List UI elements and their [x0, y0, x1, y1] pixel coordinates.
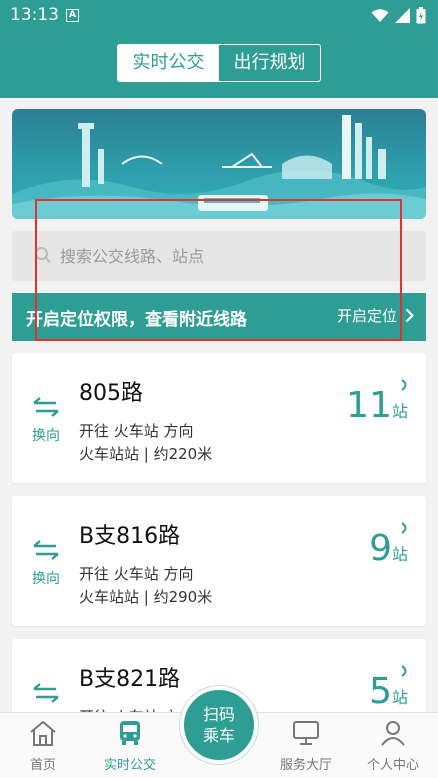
notification-a-icon: A [66, 9, 79, 22]
home-icon [30, 720, 56, 746]
live-signal-icon [401, 379, 407, 391]
swap-direction-button[interactable]: 换向 [28, 397, 64, 445]
stops-away: 5站 [369, 665, 408, 712]
stops-count: 5 [369, 671, 392, 712]
app-header: 13:13 A 实时公交 出行规划 [0, 0, 438, 98]
stops-away: 11站 [346, 379, 408, 426]
nav-service-hall-label: 服务大厅 [279, 758, 332, 773]
route-name: B支816路 [79, 524, 181, 549]
monitor-icon [293, 721, 319, 745]
location-permission-banner[interactable]: 开启定位权限，查看附近线路 开启定位 [12, 293, 426, 341]
enable-location-button[interactable]: 开启定位 [337, 305, 414, 326]
tab-trip-planning[interactable]: 出行规划 [219, 45, 320, 81]
route-name: B支821路 [79, 667, 181, 692]
swap-arrows-icon [33, 397, 59, 417]
nav-service-hall[interactable]: 服务大厅 [266, 719, 346, 773]
route-direction: 开往 火车站 方向 [79, 565, 194, 583]
nav-home-label: 首页 [29, 758, 56, 773]
nav-home[interactable]: 首页 [3, 719, 83, 773]
route-card[interactable]: 换向 805路 开往 火车站 方向 火车站站 | 约220米 11站 [12, 353, 426, 483]
nav-realtime-bus[interactable]: 实时公交 [90, 719, 170, 773]
swap-label: 换向 [32, 428, 60, 444]
signal-icon [395, 8, 410, 23]
mode-tab-switcher: 实时公交 出行规划 [117, 44, 321, 82]
route-card[interactable]: 换向 B支816路 开往 火车站 方向 火车站站 | 约290米 9站 [12, 496, 426, 626]
route-direction: 开往 火车站 方向 [79, 422, 194, 440]
chevron-right-icon [405, 308, 414, 323]
system-icons [371, 7, 426, 24]
status-bar: 13:13 A [0, 0, 438, 32]
route-stop-info: 火车站站 | 约290米 [79, 588, 213, 606]
swap-arrows-icon [33, 540, 59, 560]
tab-realtime-bus[interactable]: 实时公交 [118, 45, 219, 81]
live-signal-icon [401, 522, 407, 534]
scan-line-2: 乘车 [202, 726, 235, 745]
status-time: 13:13 [10, 5, 59, 25]
nav-personal-center[interactable]: 个人中心 [353, 719, 433, 773]
route-stop-info: 火车站站 | 约220米 [79, 445, 213, 463]
enable-location-label: 开启定位 [336, 307, 397, 325]
live-signal-icon [401, 665, 407, 677]
scan-line-1: 扫码 [202, 705, 235, 724]
stops-away: 9站 [369, 522, 408, 569]
search-input[interactable] [60, 231, 410, 281]
location-prompt-text: 开启定位权限，查看附近线路 [26, 310, 247, 330]
battery-icon [416, 7, 426, 24]
stops-count: 9 [369, 528, 392, 569]
stops-unit: 站 [391, 545, 408, 564]
user-icon [381, 721, 405, 746]
swap-direction-button[interactable]: 换向 [28, 540, 64, 588]
stops-unit: 站 [391, 402, 408, 421]
search-icon [34, 246, 52, 268]
skyline-illustration [12, 115, 426, 219]
scan-to-ride-button[interactable]: 扫码 乘车 [180, 686, 258, 764]
swap-label: 换向 [32, 571, 60, 587]
bus-icon [120, 721, 140, 745]
stops-count: 11 [346, 385, 392, 426]
nav-personal-center-label: 个人中心 [366, 758, 419, 773]
stops-unit: 站 [391, 688, 408, 707]
search-bar[interactable] [12, 231, 426, 281]
nav-realtime-bus-label: 实时公交 [103, 758, 156, 773]
city-skyline-banner[interactable] [12, 109, 426, 219]
wifi-icon [371, 8, 389, 22]
swap-arrows-icon [33, 683, 59, 703]
route-name: 805路 [79, 381, 143, 406]
